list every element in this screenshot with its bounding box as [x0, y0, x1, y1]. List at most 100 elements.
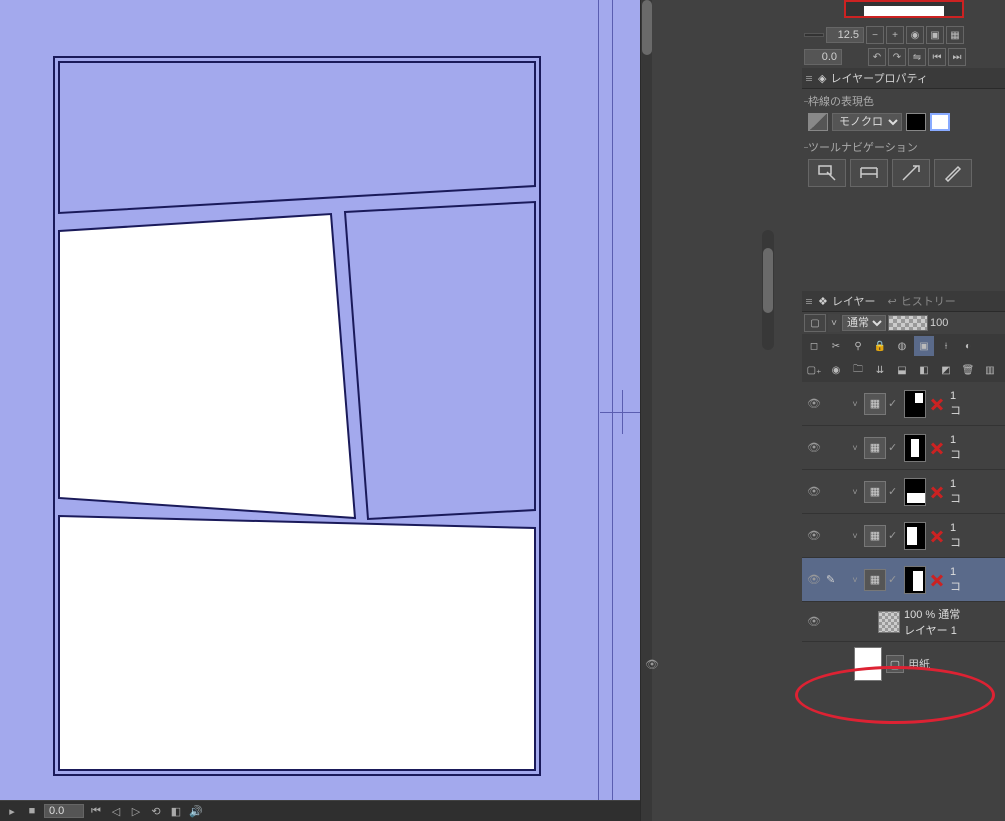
- mask-new-icon[interactable]: ◧: [914, 360, 934, 380]
- prev-view-icon[interactable]: ⏮: [928, 48, 946, 66]
- rotate-ccw-icon[interactable]: ↶: [868, 48, 886, 66]
- chevron-down-icon[interactable]: ˅: [848, 443, 862, 453]
- paper-icon: ▢: [886, 655, 904, 673]
- prev-icon[interactable]: ◁: [108, 803, 124, 819]
- layer-color-icon[interactable]: ◐: [958, 336, 978, 356]
- mask-disabled-icon[interactable]: [928, 395, 946, 413]
- eye-icon[interactable]: 👁: [804, 482, 824, 502]
- lock-trans-icon[interactable]: ◍: [892, 336, 912, 356]
- layer-row[interactable]: 👁 ˅ ▦ ✓ 1コ: [802, 514, 1005, 558]
- eye-icon[interactable]: 👁: [804, 394, 824, 414]
- angle-value[interactable]: 0.0: [804, 49, 842, 65]
- object-tool-icon[interactable]: [808, 159, 846, 187]
- layer-thumb[interactable]: [878, 611, 900, 633]
- layer-property-header[interactable]: ◈ レイヤープロパティ: [802, 68, 1005, 89]
- full-icon[interactable]: ▣: [926, 26, 944, 44]
- new-folder-icon[interactable]: 🗀: [848, 360, 868, 380]
- zoom-out-icon[interactable]: −: [866, 26, 884, 44]
- panel-scrollbar[interactable]: [762, 230, 774, 350]
- grid-icon[interactable]: ▦: [946, 26, 964, 44]
- layers-header[interactable]: ❖ レイヤー ↩ ヒストリー: [802, 291, 1005, 312]
- sound-icon[interactable]: 🔊: [188, 803, 204, 819]
- opacity-value[interactable]: 100: [930, 317, 948, 329]
- new-adjust-icon[interactable]: ◉: [826, 360, 846, 380]
- canvas-area[interactable]: [0, 0, 640, 800]
- mask-thumb[interactable]: [904, 478, 926, 506]
- check-icon: ✓: [888, 397, 902, 410]
- chevron-down-icon[interactable]: ˅: [828, 314, 840, 332]
- check-icon: ✓: [888, 441, 902, 454]
- mask-disabled-icon[interactable]: [928, 439, 946, 457]
- white-swatch[interactable]: [930, 113, 950, 131]
- play-icon[interactable]: ▸: [4, 803, 20, 819]
- delete-layer-icon[interactable]: 🗑: [958, 360, 978, 380]
- frame-folder-icon[interactable]: ▦: [864, 393, 886, 415]
- chevron-down-icon[interactable]: ˅: [848, 531, 862, 541]
- apply-mask-icon[interactable]: ◩: [936, 360, 956, 380]
- two-windows-icon[interactable]: ▥: [980, 360, 1000, 380]
- frame-folder-icon[interactable]: ▦: [864, 525, 886, 547]
- fit-icon[interactable]: ◉: [906, 26, 924, 44]
- mask-thumb[interactable]: [904, 566, 926, 594]
- eye-icon[interactable]: 👁: [804, 612, 824, 632]
- mask-thumb[interactable]: [904, 522, 926, 550]
- flip-h-icon[interactable]: ⇋: [908, 48, 926, 66]
- stop-icon[interactable]: ■: [24, 803, 40, 819]
- opacity-slider[interactable]: [888, 315, 928, 331]
- canvas-scrollbar[interactable]: [640, 0, 652, 821]
- draft-icon[interactable]: ⚲: [848, 336, 868, 356]
- blend-mode-select[interactable]: 通常: [842, 315, 886, 331]
- frame-folder-icon[interactable]: ▦: [864, 481, 886, 503]
- status-value[interactable]: 0.0: [44, 804, 84, 818]
- first-icon[interactable]: ⏮: [88, 803, 104, 819]
- eye-icon[interactable]: 👁: [804, 526, 824, 546]
- layer-row-selected[interactable]: 👁 ✎ ˅ ▦ ✓ 1コ: [802, 558, 1005, 602]
- paper-thumb[interactable]: [854, 647, 882, 681]
- mask-disabled-icon[interactable]: [928, 527, 946, 545]
- gradient-swatch[interactable]: [808, 113, 828, 131]
- layer-row-paper[interactable]: 👁 ▢ 用紙: [802, 642, 1005, 686]
- color-mode-select[interactable]: モノクロ: [832, 113, 902, 131]
- frame-folder-icon[interactable]: ▦: [864, 569, 886, 591]
- next-view-icon[interactable]: ⏭: [948, 48, 966, 66]
- mask-thumb[interactable]: [904, 390, 926, 418]
- pen-tool-icon[interactable]: [934, 159, 972, 187]
- clip-icon[interactable]: ◻: [804, 336, 824, 356]
- layer-row[interactable]: 👁 ˅ ▦ ✓ 1コ: [802, 426, 1005, 470]
- layer-row-raster[interactable]: 👁 100 % 通常レイヤー 1: [802, 602, 1005, 642]
- lock-icon[interactable]: 🔒: [870, 336, 890, 356]
- frame-folder-icon[interactable]: ▦: [864, 437, 886, 459]
- status-bar: ▸ ■ 0.0 ⏮ ◁ ▷ ⟲ ◧ 🔊: [0, 801, 640, 821]
- layer-row[interactable]: 👁 ˅ ▦ ✓ 1コ: [802, 470, 1005, 514]
- mask-enable-icon[interactable]: ▣: [914, 336, 934, 356]
- new-layer-icon[interactable]: ▢₊: [804, 360, 824, 380]
- frame-cut-tool-icon[interactable]: [892, 159, 930, 187]
- eye-icon[interactable]: 👁: [804, 438, 824, 458]
- transfer-down-icon[interactable]: ⇊: [870, 360, 890, 380]
- mask-disabled-icon[interactable]: [928, 483, 946, 501]
- check-icon: ✓: [888, 573, 902, 586]
- zoom-value[interactable]: 12.5: [826, 27, 864, 43]
- reference-icon[interactable]: ✂: [826, 336, 846, 356]
- frame-split-tool-icon[interactable]: [850, 159, 888, 187]
- chevron-down-icon[interactable]: ˅: [848, 487, 862, 497]
- palette-color-icon[interactable]: ▢: [804, 314, 826, 332]
- mask-disabled-icon[interactable]: [928, 571, 946, 589]
- loop-icon[interactable]: ⟲: [148, 803, 164, 819]
- onion-icon[interactable]: ◧: [168, 803, 184, 819]
- zoom-in-icon[interactable]: +: [886, 26, 904, 44]
- navigator-thumb[interactable]: [802, 0, 1005, 24]
- rotate-cw-icon[interactable]: ↷: [888, 48, 906, 66]
- layer-name[interactable]: 100 % 通常レイヤー 1: [902, 606, 1003, 638]
- black-swatch[interactable]: [906, 113, 926, 131]
- ruler-icon[interactable]: ⟊: [936, 336, 956, 356]
- merge-down-icon[interactable]: ⬓: [892, 360, 912, 380]
- mask-thumb[interactable]: [904, 434, 926, 462]
- next-icon[interactable]: ▷: [128, 803, 144, 819]
- eye-icon[interactable]: 👁: [804, 570, 824, 590]
- chevron-down-icon[interactable]: ˅: [848, 575, 862, 585]
- zoom-slider[interactable]: [804, 33, 824, 37]
- layer-row[interactable]: 👁 ˅ ▦ ✓ 1コ: [802, 382, 1005, 426]
- chevron-down-icon[interactable]: ˅: [848, 399, 862, 409]
- history-tab[interactable]: ヒストリー: [901, 293, 956, 309]
